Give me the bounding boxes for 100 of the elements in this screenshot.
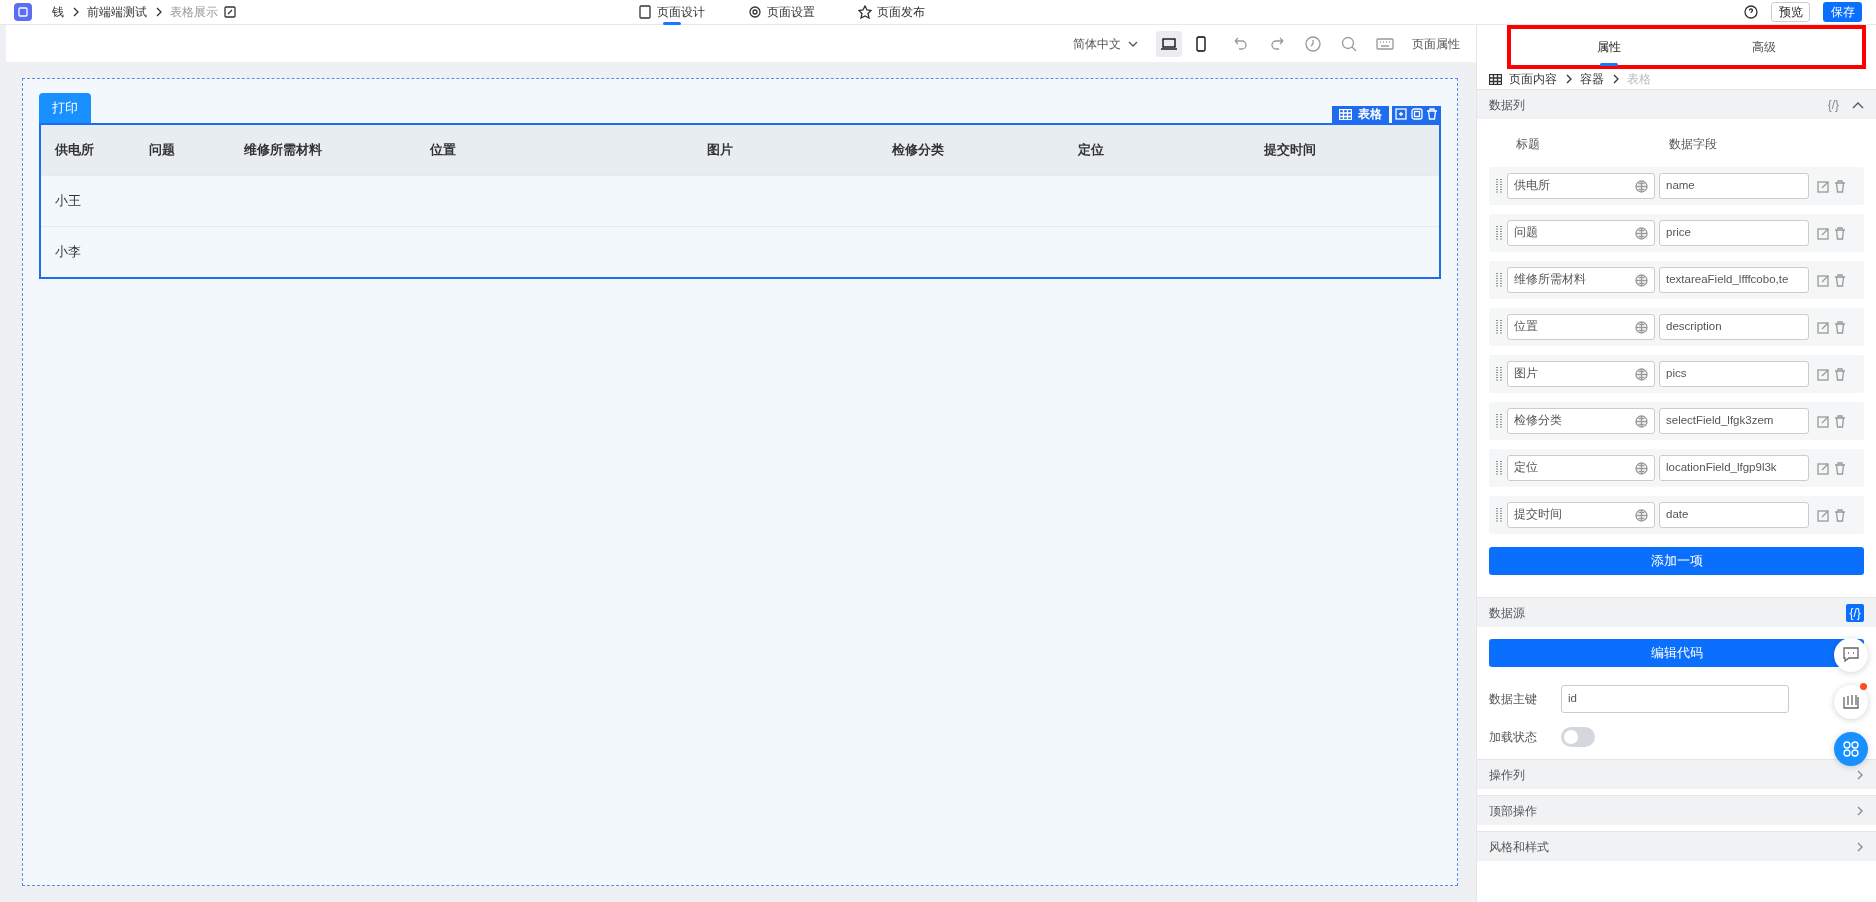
laptop-icon <box>1160 36 1177 51</box>
history-icon[interactable] <box>1304 34 1322 53</box>
section-title: 风格和样式 <box>1489 838 1549 856</box>
primary-key-field[interactable]: id <box>1561 685 1789 713</box>
page-properties-link[interactable]: 页面属性 <box>1412 34 1460 53</box>
trash-icon[interactable] <box>1834 367 1846 381</box>
page-tab[interactable]: 页面发布 <box>856 0 927 25</box>
field-input[interactable]: name <box>1659 173 1809 199</box>
field-input[interactable]: pics <box>1659 361 1809 387</box>
edit-icon[interactable] <box>224 6 236 18</box>
search-icon[interactable] <box>1340 34 1358 53</box>
column-header: 供电所 <box>53 140 95 159</box>
column-header: 问题 <box>148 140 176 159</box>
globe-icon[interactable] <box>1635 179 1648 193</box>
field-input[interactable]: price <box>1659 220 1809 246</box>
field-input[interactable]: description <box>1659 314 1809 340</box>
add-icon[interactable] <box>1395 108 1408 120</box>
code-toggle[interactable]: {/} <box>1846 603 1864 622</box>
field-label: 数据主键 <box>1489 691 1538 708</box>
section-title: 数据列 <box>1489 96 1525 114</box>
section-title: 顶部操作 <box>1489 802 1537 820</box>
help-icon[interactable] <box>1744 5 1758 19</box>
globe-icon[interactable] <box>1635 461 1648 475</box>
dropdown-icon <box>1127 39 1138 48</box>
section-header[interactable]: 风格和样式 <box>1477 831 1876 861</box>
section-header[interactable]: 数据源 {/} <box>1477 597 1876 627</box>
copy-icon[interactable] <box>1410 108 1423 120</box>
page-icon <box>638 5 652 19</box>
section-title: 操作列 <box>1489 766 1525 784</box>
drag-handle-icon[interactable] <box>1495 507 1503 523</box>
drag-handle-icon[interactable] <box>1495 413 1503 429</box>
field-input[interactable]: date <box>1659 502 1809 528</box>
trash-icon[interactable] <box>1834 414 1846 428</box>
save-button[interactable]: 保存 <box>1823 2 1862 22</box>
trash-icon[interactable] <box>1834 226 1846 240</box>
add-item-button[interactable]: 添加一项 <box>1489 547 1864 575</box>
title-field[interactable]: 检修分类 <box>1507 408 1655 434</box>
page-tab[interactable]: 页面设计 <box>636 0 707 25</box>
mobile-icon <box>1194 35 1208 52</box>
book-icon <box>1841 692 1861 712</box>
trash-icon[interactable] <box>1834 508 1846 522</box>
trash-icon[interactable] <box>1834 461 1846 475</box>
globe-icon[interactable] <box>1635 226 1648 240</box>
breadcrumb-link[interactable]: 容器 <box>1579 70 1604 88</box>
gear-icon <box>748 5 762 19</box>
preview-button[interactable]: 预览 <box>1771 2 1810 22</box>
breadcrumb-current: 表格 <box>1626 71 1651 88</box>
section-header[interactable]: 数据列 {/} <box>1477 89 1876 119</box>
drag-handle-icon[interactable] <box>1495 460 1503 476</box>
drag-handle-icon[interactable] <box>1495 272 1503 288</box>
floating-button[interactable] <box>1834 685 1868 719</box>
trash-icon[interactable] <box>1834 273 1846 287</box>
language-select[interactable]: 简体中文 <box>1073 34 1121 53</box>
column-header: 定位 <box>1077 140 1105 159</box>
section-title: 数据源 <box>1489 604 1525 622</box>
table-icon <box>1489 73 1502 85</box>
section-header[interactable]: 操作列 <box>1477 759 1876 789</box>
globe-icon[interactable] <box>1635 414 1648 428</box>
field-input[interactable]: textareaField_lfffcobo,te <box>1659 267 1809 293</box>
title-field[interactable]: 供电所 <box>1507 173 1655 199</box>
breadcrumb-link[interactable]: 前端端测试 <box>86 3 147 21</box>
globe-icon[interactable] <box>1635 508 1648 522</box>
title-field[interactable]: 提交时间 <box>1507 502 1655 528</box>
panel-tab[interactable]: 高级 <box>1686 32 1842 62</box>
title-field[interactable]: 位置 <box>1507 314 1655 340</box>
trash-icon[interactable] <box>1834 179 1846 193</box>
edit-code-button[interactable]: 编辑代码 <box>1489 639 1864 667</box>
floating-button[interactable] <box>1834 732 1868 766</box>
star-icon <box>858 5 872 19</box>
column-label: 数据字段 <box>1669 136 1717 153</box>
drag-handle-icon[interactable] <box>1495 366 1503 382</box>
column-header: 提交时间 <box>1263 140 1317 159</box>
breadcrumb-link[interactable]: 钱 <box>51 3 64 21</box>
breadcrumb-link[interactable]: 页面内容 <box>1508 70 1557 88</box>
field-input[interactable]: selectField_lfgk3zem <box>1659 408 1809 434</box>
title-field[interactable]: 问题 <box>1507 220 1655 246</box>
chat-icon <box>1841 645 1861 665</box>
globe-icon[interactable] <box>1635 367 1648 381</box>
column-label: 标题 <box>1516 136 1541 153</box>
globe-icon[interactable] <box>1635 320 1648 334</box>
title-field[interactable]: 维修所需材料 <box>1507 267 1655 293</box>
title-field[interactable]: 图片 <box>1507 361 1655 387</box>
component-tag-label: 表格 <box>1358 106 1383 123</box>
field-input[interactable]: locationField_lfgp9l3k <box>1659 455 1809 481</box>
drag-handle-icon[interactable] <box>1495 225 1503 241</box>
column-header: 检修分类 <box>890 140 945 159</box>
globe-icon[interactable] <box>1635 273 1648 287</box>
collapse-icon[interactable] <box>1852 100 1864 109</box>
column-header: 维修所需材料 <box>243 140 323 159</box>
trash-icon[interactable] <box>1834 320 1846 334</box>
table-icon <box>1338 108 1352 120</box>
floating-button[interactable] <box>1834 638 1868 672</box>
column-header: 图片 <box>706 140 734 159</box>
page-tab[interactable]: 页面设置 <box>746 0 817 25</box>
section-header[interactable]: 顶部操作 <box>1477 795 1876 825</box>
column-header: 位置 <box>428 140 457 159</box>
drag-handle-icon[interactable] <box>1495 178 1503 194</box>
loading-toggle[interactable] <box>1561 727 1595 747</box>
title-field[interactable]: 定位 <box>1507 455 1655 481</box>
drag-handle-icon[interactable] <box>1495 319 1503 335</box>
